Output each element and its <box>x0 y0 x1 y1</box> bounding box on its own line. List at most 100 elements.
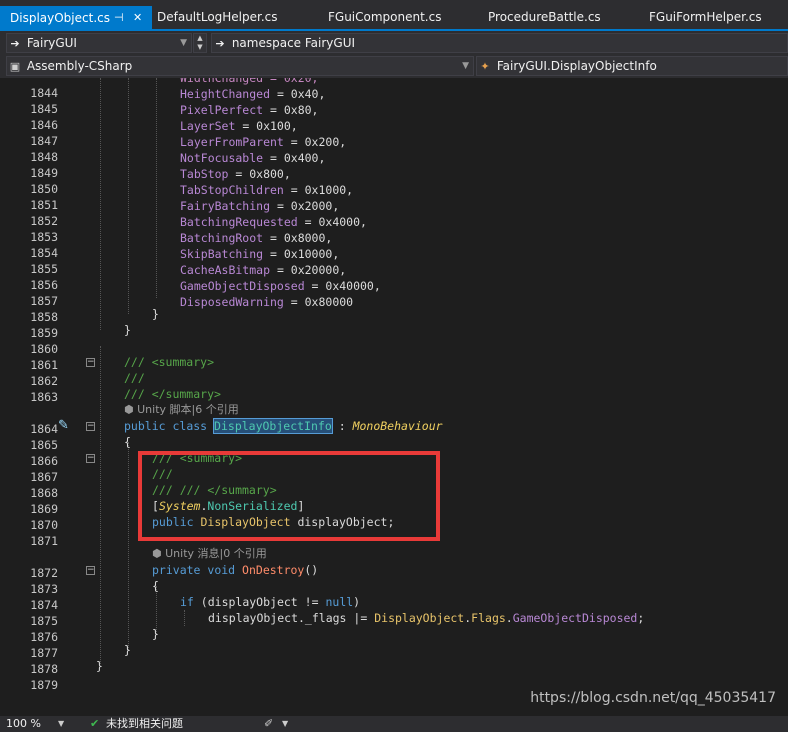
check-circle-icon: ✔ <box>90 717 100 730</box>
enum-member-line: TabStop = 0x800, <box>180 167 291 181</box>
close-icon[interactable]: ✕ <box>133 6 142 30</box>
code-line-1877: } <box>124 643 131 657</box>
code-line-1864: public class DisplayObjectInfo : MonoBeh… <box>124 418 443 434</box>
line-number: 1844 <box>30 86 58 100</box>
cleanup-brush-icon[interactable]: ✐ <box>264 716 273 732</box>
indent-guide <box>100 78 101 330</box>
line-number: 1857 <box>30 294 58 308</box>
enum-member-line: BatchingRoot = 0x8000, <box>180 231 333 245</box>
enum-member-line: LayerSet = 0x100, <box>180 119 298 133</box>
project-dropdown-label: FairyGUI <box>26 36 77 50</box>
unity-icon: ⬢ <box>124 403 134 416</box>
code-line-1862: /// <box>124 371 145 385</box>
codelens-class-references[interactable]: ⬢ Unity 脚本|6 个引用 <box>124 402 239 418</box>
line-number: 1863 <box>30 390 58 404</box>
line-number: 1849 <box>30 166 58 180</box>
unity-icon: ⬢ <box>152 547 162 560</box>
line-number: 1856 <box>30 278 58 292</box>
line-number: 1859 <box>30 326 58 340</box>
line-number: 1876 <box>30 630 58 644</box>
pin-icon[interactable]: ⊣ <box>114 6 124 30</box>
line-number: 1875 <box>30 614 58 628</box>
code-line-1861: /// <summary> <box>124 355 215 369</box>
tab-fguiformhelper-cs[interactable]: FGuiFormHelper.cs <box>649 6 762 28</box>
fold-collapse-icon[interactable]: − <box>86 358 95 367</box>
codelens-method-text: Unity 消息|0 个引用 <box>165 547 267 560</box>
navigation-bar-bottom: ▣ Assembly-CSharp ▼ ✦ FairyGUI.DisplayOb… <box>0 55 788 78</box>
project-dropdown[interactable]: ➔ FairyGUI ▼ <box>6 33 192 53</box>
code-line-1878: } <box>96 659 103 673</box>
zoom-level[interactable]: 100 % <box>6 716 41 732</box>
line-number: 1845 <box>30 102 58 116</box>
navigation-bar-top: ➔ FairyGUI ▼ ▲ ▼ ➔ namespace FairyGUI <box>0 31 788 55</box>
line-number: 1873 <box>30 582 58 596</box>
fold-collapse-icon[interactable]: − <box>86 454 95 463</box>
code-line-1865: { <box>124 435 131 449</box>
codelens-method-references[interactable]: ⬢ Unity 消息|0 个引用 <box>152 546 267 562</box>
enum-member-line: TabStopChildren = 0x1000, <box>180 183 354 197</box>
member-dropdown[interactable]: ✦ FairyGUI.DisplayObjectInfo <box>476 56 788 76</box>
line-number: 1853 <box>30 230 58 244</box>
tab-defaultloghelper-cs[interactable]: DefaultLogHelper.cs <box>157 6 278 28</box>
line-number: 1855 <box>30 262 58 276</box>
line-number: 1878 <box>30 662 58 676</box>
line-number: 1877 <box>30 646 58 660</box>
chevron-down-icon[interactable]: ▼ <box>58 716 64 732</box>
enum-member-line: FairyBatching = 0x2000, <box>180 199 340 213</box>
code-line-1859: } <box>124 323 131 337</box>
chevron-down-icon: ▼ <box>180 38 187 48</box>
assembly-dropdown-label: Assembly-CSharp <box>26 59 133 73</box>
line-number: 1870 <box>30 518 58 532</box>
line-number: 1847 <box>30 134 58 148</box>
indent-guide <box>100 346 101 664</box>
code-line-1863: /// </summary> <box>124 387 221 401</box>
fold-collapse-icon[interactable]: − <box>86 566 95 575</box>
project-icon: ➔ <box>10 37 20 50</box>
tab-fguicomponent-cs[interactable]: FGuiComponent.cs <box>328 6 441 28</box>
line-number: 1862 <box>30 374 58 388</box>
status-bar: 100 % ▼ ✔ 未找到相关问题 ✐ ▼ <box>0 716 788 732</box>
line-number: 1846 <box>30 118 58 132</box>
enum-member-line: HeightChanged = 0x40, <box>180 87 326 101</box>
namespace-dropdown[interactable]: ➔ namespace FairyGUI <box>211 33 788 53</box>
line-number: 1860 <box>30 342 58 356</box>
line-number: 1872 <box>30 566 58 580</box>
line-number: 1867 <box>30 470 58 484</box>
code-line-1876: } <box>152 627 159 641</box>
class-icon: ✦ <box>480 60 490 73</box>
line-number: 1874 <box>30 598 58 612</box>
enum-member-line: DisposedWarning = 0x80000 <box>180 295 354 309</box>
tab-procedurebattle-cs[interactable]: ProcedureBattle.cs <box>488 6 601 28</box>
quick-actions-icon[interactable]: ✎ <box>58 418 69 433</box>
code-line-1872: private void OnDestroy() <box>152 563 319 577</box>
annotation-highlight-box <box>138 451 440 541</box>
watermark: https://blog.csdn.net/qq_45035417 <box>530 690 776 706</box>
code-editor[interactable]: WidthChanged = 0x20, 1844 1845 1846 1847 184… <box>0 78 788 716</box>
line-number: 1850 <box>30 182 58 196</box>
document-tab-bar: DisplayObject.cs ⊣ ✕ DefaultLogHelper.cs… <box>0 0 788 31</box>
assembly-dropdown[interactable]: ▣ Assembly-CSharp ▼ <box>6 56 474 76</box>
line-number: 1865 <box>30 438 58 452</box>
chevron-down-icon: ▼ <box>462 61 469 71</box>
code-line-1858: } <box>152 307 159 321</box>
indent-guide <box>128 78 129 314</box>
namespace-dropdown-label: namespace FairyGUI <box>231 36 356 50</box>
tab-displayobject-cs[interactable]: DisplayObject.cs ⊣ ✕ <box>0 6 152 30</box>
enum-member-line: PixelPerfect = 0x80, <box>180 103 319 117</box>
split-stepper[interactable]: ▲ ▼ <box>193 33 207 53</box>
enum-member-line: NotFocusable = 0x400, <box>180 151 326 165</box>
chevron-down-icon[interactable]: ▼ <box>282 716 288 732</box>
line-number: 1848 <box>30 150 58 164</box>
line-number: 1854 <box>30 246 58 260</box>
enum-member-line: CacheAsBitmap = 0x20000, <box>180 263 347 277</box>
enum-member-line: LayerFromParent = 0x200, <box>180 135 347 149</box>
enum-member-line: GameObjectDisposed = 0x40000, <box>180 279 381 293</box>
issues-status[interactable]: 未找到相关问题 <box>106 716 183 732</box>
line-number: 1871 <box>30 534 58 548</box>
indent-guide <box>156 78 157 298</box>
code-line-partial: WidthChanged = 0x20, <box>180 78 319 85</box>
fold-collapse-icon[interactable]: − <box>86 422 95 431</box>
enum-member-line: SkipBatching = 0x10000, <box>180 247 340 261</box>
line-number: 1868 <box>30 486 58 500</box>
member-dropdown-label: FairyGUI.DisplayObjectInfo <box>496 59 657 73</box>
